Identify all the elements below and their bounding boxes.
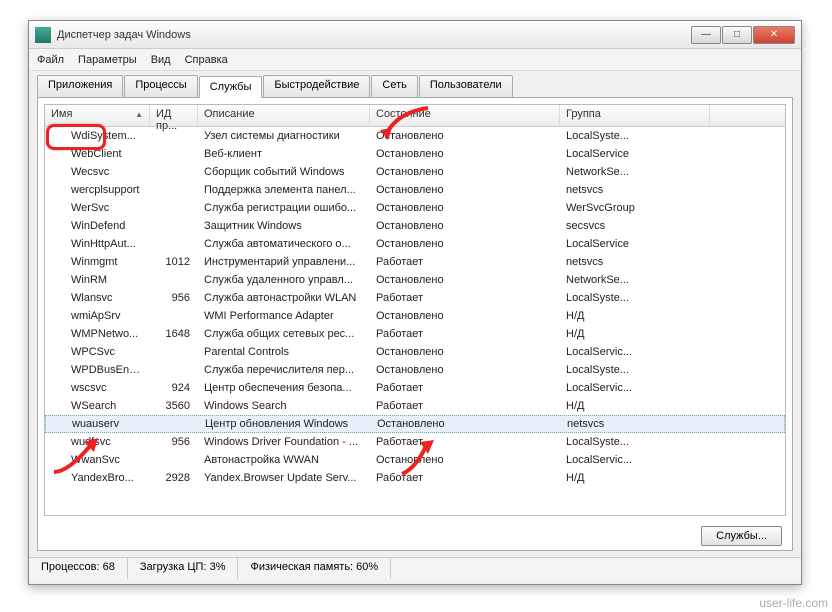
col-group[interactable]: Группа — [560, 105, 710, 126]
table-row[interactable]: WwanSvcАвтонастройка WWANОстановленоLoca… — [45, 451, 785, 469]
tab-быстродействие[interactable]: Быстродействие — [263, 75, 370, 97]
table-row[interactable]: YandexBro...2928Yandex.Browser Update Se… — [45, 469, 785, 487]
table-row[interactable]: wercplsupportПоддержка элемента панел...… — [45, 181, 785, 199]
maximize-button[interactable]: □ — [722, 26, 752, 44]
table-row[interactable]: wudfsvc956Windows Driver Foundation - ..… — [45, 433, 785, 451]
task-manager-window: Диспетчер задач Windows — □ ✕ Файл Парам… — [28, 20, 802, 585]
table-row[interactable]: wmiApSrvWMI Performance AdapterОстановле… — [45, 307, 785, 325]
tab-процессы[interactable]: Процессы — [124, 75, 197, 97]
col-pid[interactable]: ИД пр... — [150, 105, 198, 126]
tab-пользователи[interactable]: Пользователи — [419, 75, 513, 97]
table-row[interactable]: WinRMСлужба удаленного управл...Остановл… — [45, 271, 785, 289]
close-button[interactable]: ✕ — [753, 26, 795, 44]
column-headers: Имя▲ ИД пр... Описание Состояние Группа — [45, 105, 785, 127]
table-row[interactable]: WMPNetwo...1648Служба общих сетевых рес.… — [45, 325, 785, 343]
window-title: Диспетчер задач Windows — [57, 29, 691, 41]
tab-row: ПриложенияПроцессыСлужбыБыстродействиеСе… — [29, 71, 801, 97]
table-row[interactable]: WinHttpAut...Служба автоматического о...… — [45, 235, 785, 253]
list-body[interactable]: WdiSystem...Узел системы диагностикиОста… — [45, 127, 785, 515]
table-row[interactable]: WSearch3560Windows SearchРаботаетН/Д — [45, 397, 785, 415]
table-row[interactable]: WerSvcСлужба регистрации ошибо...Останов… — [45, 199, 785, 217]
menu-file[interactable]: Файл — [37, 54, 64, 66]
table-row[interactable]: WecsvcСборщик событий WindowsОстановлено… — [45, 163, 785, 181]
table-row[interactable]: WebClientВеб-клиентОстановленоLocalServi… — [45, 145, 785, 163]
menubar: Файл Параметры Вид Справка — [29, 49, 801, 71]
col-name[interactable]: Имя▲ — [45, 105, 150, 126]
table-row[interactable]: wuauservЦентр обновления WindowsОстановл… — [45, 415, 785, 433]
minimize-button[interactable]: — — [691, 26, 721, 44]
table-row[interactable]: WPCSvcParental ControlsОстановленоLocalS… — [45, 343, 785, 361]
table-row[interactable]: Wlansvc956Служба автонастройки WLANРабот… — [45, 289, 785, 307]
tab-сеть[interactable]: Сеть — [371, 75, 417, 97]
table-row[interactable]: WinDefendЗащитник WindowsОстановленоsecs… — [45, 217, 785, 235]
services-panel: Имя▲ ИД пр... Описание Состояние Группа … — [37, 97, 793, 551]
services-button[interactable]: Службы... — [701, 526, 782, 546]
status-bar: Процессов: 68 Загрузка ЦП: 3% Физическая… — [29, 557, 801, 579]
status-cpu: Загрузка ЦП: 3% — [128, 558, 239, 579]
menu-help[interactable]: Справка — [185, 54, 228, 66]
status-mem: Физическая память: 60% — [238, 558, 391, 579]
tab-приложения[interactable]: Приложения — [37, 75, 123, 97]
tab-службы[interactable]: Службы — [199, 76, 263, 98]
table-row[interactable]: WPDBusEnumСлужба перечислителя пер...Ост… — [45, 361, 785, 379]
table-row[interactable]: Winmgmt1012Инструментарий управлени...Ра… — [45, 253, 785, 271]
titlebar[interactable]: Диспетчер задач Windows — □ ✕ — [29, 21, 801, 49]
table-row[interactable]: wscsvc924Центр обеспечения безопа...Рабо… — [45, 379, 785, 397]
col-state[interactable]: Состояние — [370, 105, 560, 126]
menu-options[interactable]: Параметры — [78, 54, 137, 66]
col-desc[interactable]: Описание — [198, 105, 370, 126]
menu-view[interactable]: Вид — [151, 54, 171, 66]
watermark: user-life.com — [759, 596, 828, 610]
services-list: Имя▲ ИД пр... Описание Состояние Группа … — [44, 104, 786, 516]
status-processes: Процессов: 68 — [29, 558, 128, 579]
app-icon — [35, 27, 51, 43]
